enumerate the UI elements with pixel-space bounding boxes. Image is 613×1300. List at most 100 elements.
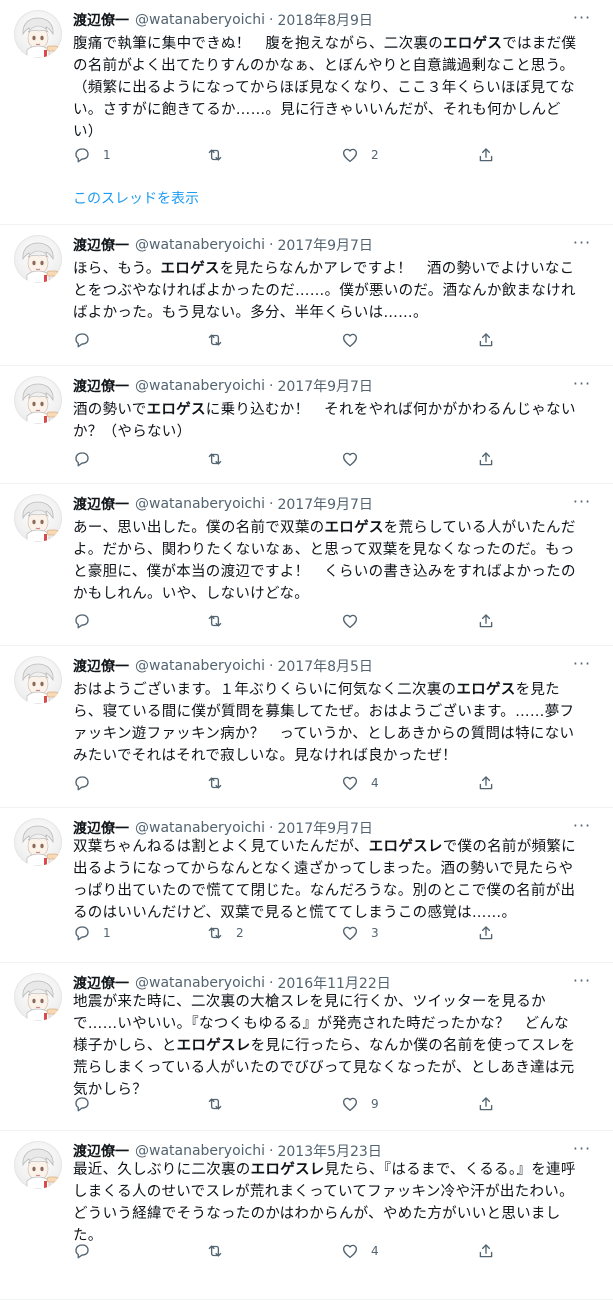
user-handle[interactable]: @watanaberyoichi [135, 658, 265, 674]
share-button[interactable] [477, 773, 495, 793]
user-handle[interactable]: @watanaberyoichi [135, 496, 265, 512]
tweet-date[interactable]: 2017年9月7日 [277, 494, 372, 514]
like-button[interactable]: 2 [341, 145, 379, 165]
tweet-actions: 4 [73, 1241, 503, 1261]
more-options-icon[interactable]: ··· [571, 816, 593, 836]
like-button[interactable]: 4 [341, 773, 379, 793]
display-name[interactable]: 渡辺僚一 [73, 656, 129, 676]
display-name[interactable]: 渡辺僚一 [73, 1141, 129, 1161]
like-button[interactable]: 3 [341, 923, 379, 943]
avatar[interactable] [14, 10, 62, 58]
tweet-header: 渡辺僚一 @watanaberyoichi · 2013年5月23日 [73, 1141, 593, 1161]
display-name[interactable]: 渡辺僚一 [73, 235, 129, 255]
tweet[interactable]: 渡辺僚一 @watanaberyoichi · 2017年9月7日 ··· ほら、もう。エ… [0, 225, 613, 366]
tweet-text: ほら、もう。エロゲスを見たらなんかアレですよ！ 酒の勢いでよけいなことをつぶやな… [73, 258, 583, 324]
tweet[interactable]: 渡辺僚一 @watanaberyoichi · 2018年8月9日 ··· 腹痛で執筆に集… [0, 0, 613, 225]
reply-button[interactable] [73, 1094, 91, 1114]
like-button[interactable] [341, 449, 359, 469]
user-handle[interactable]: @watanaberyoichi [135, 1143, 265, 1159]
tweet-actions [73, 449, 503, 469]
show-thread-link[interactable]: このスレッドを表示 [73, 188, 199, 208]
like-icon [341, 1242, 359, 1260]
more-options-icon[interactable]: ··· [571, 1139, 593, 1159]
more-options-icon[interactable]: ··· [571, 654, 593, 674]
avatar[interactable] [14, 818, 62, 866]
user-handle[interactable]: @watanaberyoichi [135, 378, 265, 394]
tweet-text: 地震が来た時に、二次裏の大槍スレを見に行くか、ツイッターを見るかで……いやいい。… [73, 991, 583, 1101]
reply-count: 1 [103, 148, 111, 162]
tweet[interactable]: 渡辺僚一 @watanaberyoichi · 2016年11月22日 ··· 地震が来た… [0, 963, 613, 1131]
display-name[interactable]: 渡辺僚一 [73, 376, 129, 396]
reply-button[interactable] [73, 449, 91, 469]
retweet-button[interactable] [206, 773, 224, 793]
tweet-date[interactable]: 2018年8月9日 [277, 10, 372, 30]
avatar[interactable] [14, 376, 62, 424]
like-button[interactable] [341, 330, 359, 350]
user-handle[interactable]: @watanaberyoichi [135, 820, 265, 836]
reply-button[interactable]: 1 [73, 145, 111, 165]
share-button[interactable] [477, 1094, 495, 1114]
tweet[interactable]: 渡辺僚一 @watanaberyoichi · 2017年9月7日 ··· 酒の勢いでエロ… [0, 366, 613, 484]
avatar[interactable] [14, 656, 62, 704]
share-button[interactable] [477, 1241, 495, 1261]
reply-button[interactable] [73, 330, 91, 350]
retweet-button[interactable] [206, 145, 224, 165]
retweet-button[interactable] [206, 1241, 224, 1261]
reply-button[interactable] [73, 611, 91, 631]
user-handle[interactable]: @watanaberyoichi [135, 975, 265, 991]
user-handle[interactable]: @watanaberyoichi [135, 237, 265, 253]
retweet-button[interactable] [206, 330, 224, 350]
more-options-icon[interactable]: ··· [571, 8, 593, 28]
tweet[interactable]: 渡辺僚一 @watanaberyoichi · 2017年8月5日 ··· おはようござい… [0, 646, 613, 808]
tweet-date[interactable]: 2013年5月23日 [277, 1141, 381, 1161]
display-name[interactable]: 渡辺僚一 [73, 973, 129, 993]
reply-button[interactable]: 1 [73, 923, 111, 943]
reply-button[interactable] [73, 1241, 91, 1261]
more-options-icon[interactable]: ··· [571, 971, 593, 991]
tweet-feed: 渡辺僚一 @watanaberyoichi · 2018年8月9日 ··· 腹痛で執筆に集… [0, 0, 613, 1300]
tweet[interactable]: 渡辺僚一 @watanaberyoichi · 2017年9月7日 ··· あー、思い出し… [0, 484, 613, 646]
avatar[interactable] [14, 973, 62, 1021]
reply-icon [73, 1095, 91, 1113]
separator-dot: · [269, 496, 274, 512]
display-name[interactable]: 渡辺僚一 [73, 10, 129, 30]
tweet-actions: 12 [73, 145, 503, 165]
like-button[interactable]: 4 [341, 1241, 379, 1261]
avatar[interactable] [14, 235, 62, 283]
display-name[interactable]: 渡辺僚一 [73, 818, 129, 838]
share-button[interactable] [477, 330, 495, 350]
like-button[interactable]: 9 [341, 1094, 379, 1114]
user-handle[interactable]: @watanaberyoichi [135, 12, 265, 28]
like-button[interactable] [341, 611, 359, 631]
separator-dot: · [269, 12, 274, 28]
tweet-text: あー、思い出した。僕の名前で双葉のエロゲスを荒らしている人がいたんだよ。だから、… [73, 517, 583, 605]
share-button[interactable] [477, 145, 495, 165]
tweet-date[interactable]: 2017年9月7日 [277, 235, 372, 255]
tweet-date[interactable]: 2017年9月7日 [277, 376, 372, 396]
retweet-button[interactable] [206, 1094, 224, 1114]
tweet-date[interactable]: 2016年11月22日 [277, 973, 390, 993]
share-button[interactable] [477, 923, 495, 943]
tweet-date[interactable]: 2017年8月5日 [277, 656, 372, 676]
tweet-actions [73, 330, 503, 350]
avatar[interactable] [14, 1141, 62, 1189]
reply-button[interactable] [73, 773, 91, 793]
more-options-icon[interactable]: ··· [571, 233, 593, 253]
tweet[interactable]: 渡辺僚一 @watanaberyoichi · 2013年5月23日 ··· 最近、久しぶ… [0, 1131, 613, 1300]
retweet-button[interactable]: 2 [206, 923, 244, 943]
share-button[interactable] [477, 449, 495, 469]
display-name[interactable]: 渡辺僚一 [73, 494, 129, 514]
more-options-icon[interactable]: ··· [571, 492, 593, 512]
avatar[interactable] [14, 494, 62, 542]
more-options-icon[interactable]: ··· [571, 374, 593, 394]
retweet-button[interactable] [206, 611, 224, 631]
tweet-header: 渡辺僚一 @watanaberyoichi · 2018年8月9日 [73, 10, 593, 30]
share-button[interactable] [477, 611, 495, 631]
retweet-icon [206, 774, 224, 792]
tweet-text: 酒の勢いでエロゲスに乗り込むか！ それをやれば何かがかわるんじゃないか？（やらな… [73, 399, 583, 443]
tweet-text-highlight: エロゲスレ [176, 1038, 251, 1054]
retweet-button[interactable] [206, 449, 224, 469]
tweet-date[interactable]: 2017年9月7日 [277, 818, 372, 838]
tweet[interactable]: 渡辺僚一 @watanaberyoichi · 2017年9月7日 ··· 双葉ちゃんねる… [0, 808, 613, 963]
tweet-text-highlight: エロゲス [146, 402, 206, 418]
